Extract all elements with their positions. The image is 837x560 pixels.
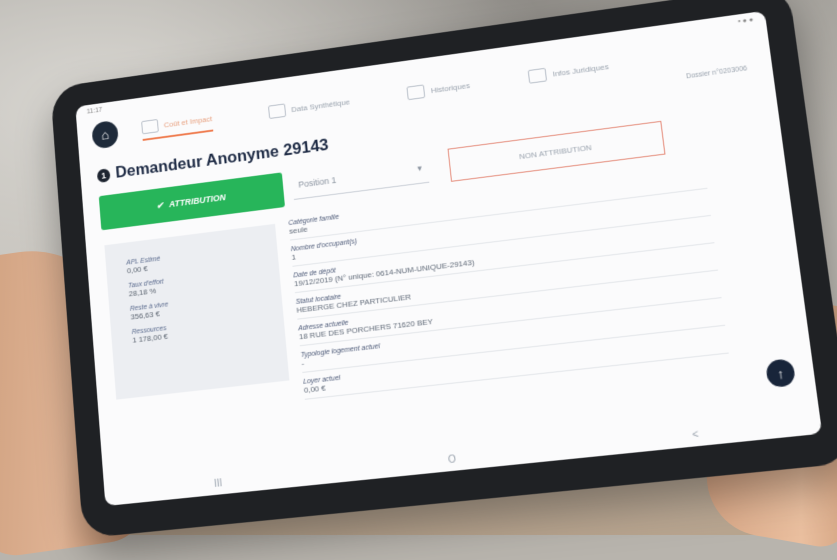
tab-infos-juridiques[interactable]: Infos Juridiques [528, 54, 611, 88]
tab-cout-impact[interactable]: Coût et Impact [141, 109, 213, 141]
tab-label: Data Synthétique [291, 97, 350, 114]
non-attribution-button[interactable]: NON ATTRIBUTION [448, 121, 666, 182]
summary-panel: APL Estimé 0,00 € Taux d'effort 28,18 % … [104, 224, 289, 400]
status-icons: ▪ ● ● [738, 16, 754, 25]
tab-label: Historiques [430, 81, 470, 95]
attribution-label: ATTRIBUTION [169, 192, 226, 209]
table-icon [268, 103, 286, 119]
details-list: Catégorie famille seule Nombre d'occupan… [288, 166, 729, 404]
back-button[interactable]: < [692, 429, 700, 441]
arrow-up-icon: ↑ [776, 365, 785, 381]
tab-label: Coût et Impact [163, 114, 212, 129]
home-logo-icon[interactable]: ⌂ [91, 120, 119, 150]
bar-chart-icon [407, 84, 426, 100]
tab-historiques[interactable]: Historiques [406, 73, 471, 105]
applicant-number-badge: 1 [97, 168, 111, 183]
status-time: 11:17 [87, 107, 103, 116]
tablet-screen: 11:17 ▪ ● ● ⌂ Coût et Impact Data Synthé… [75, 11, 822, 506]
document-icon [528, 68, 547, 84]
position-value: Position 1 [298, 175, 337, 190]
chart-icon [141, 119, 159, 134]
tablet: 11:17 ▪ ● ● ⌂ Coût et Impact Data Synthé… [50, 0, 837, 538]
chevron-down-icon: ▾ [417, 163, 423, 174]
home-button[interactable]: O [448, 454, 457, 466]
position-select[interactable]: Position 1 ▾ [291, 154, 429, 200]
check-icon: ✔ [156, 200, 164, 211]
scroll-top-button[interactable]: ↑ [765, 358, 796, 388]
dossier-number: Dossier n°0203006 [686, 65, 748, 80]
tab-data-synthetique[interactable]: Data Synthétique [268, 90, 351, 124]
recent-apps-button[interactable]: III [214, 478, 223, 490]
tab-label: Infos Juridiques [552, 62, 609, 78]
